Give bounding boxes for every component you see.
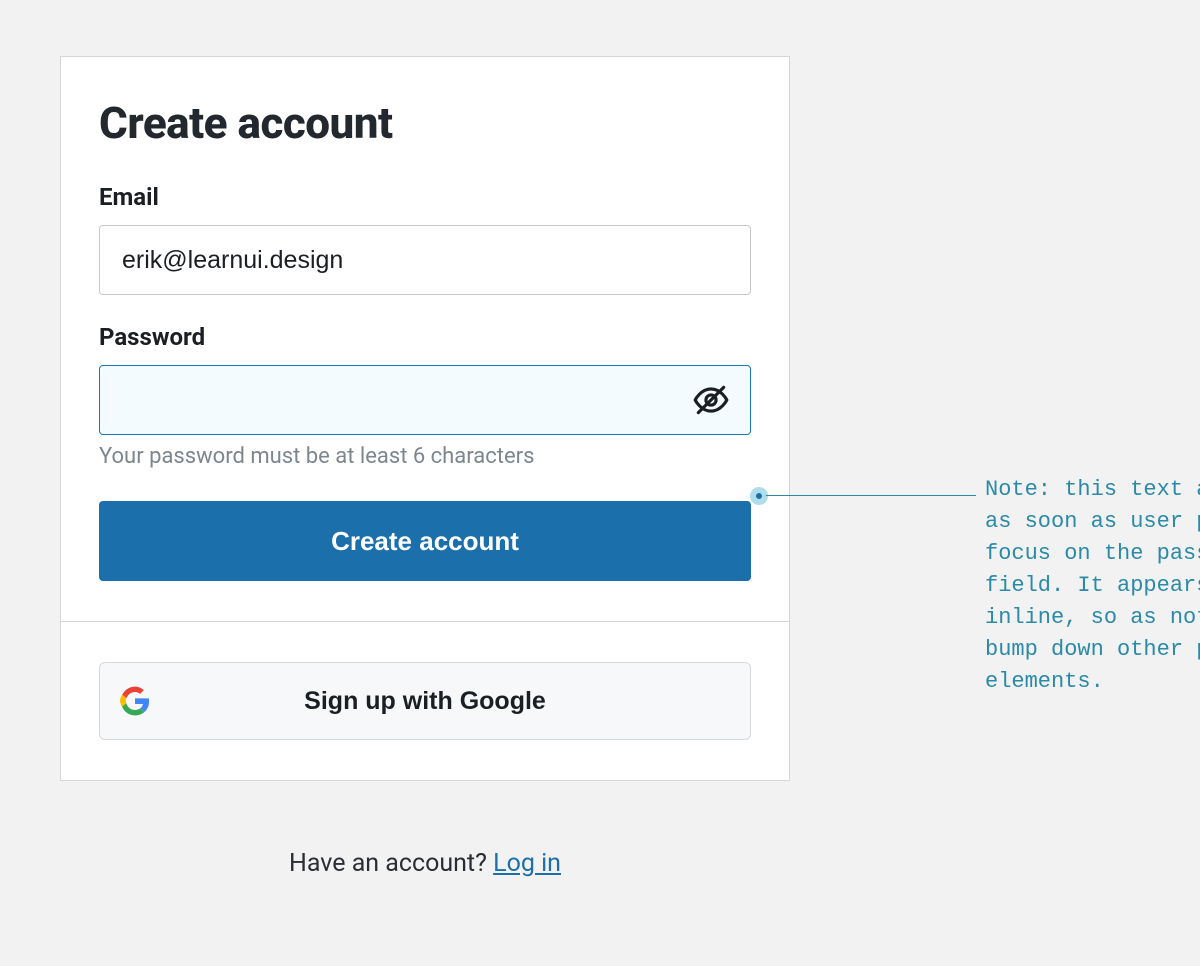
- email-field-group: Email: [99, 183, 751, 295]
- sign-up-with-google-button[interactable]: Sign up with Google: [99, 662, 751, 740]
- google-icon: [120, 686, 150, 716]
- password-input[interactable]: [99, 365, 751, 435]
- login-prompt-text: Have an account?: [289, 849, 493, 878]
- google-button-label: Sign up with Google: [304, 687, 546, 716]
- login-link[interactable]: Log in: [493, 849, 561, 878]
- password-hint: Your password must be at least 6 charact…: [99, 443, 534, 471]
- password-field-group: Password Your password must be at l: [99, 323, 751, 471]
- annotation-line-icon: [766, 495, 976, 496]
- email-input[interactable]: [99, 225, 751, 295]
- annotation-text: Note: this text appears as soon as user …: [985, 474, 1200, 698]
- oauth-section: Sign up with Google: [61, 622, 789, 780]
- toggle-password-visibility-button[interactable]: [691, 380, 731, 420]
- signup-card: Create account Email Password: [60, 56, 790, 781]
- email-label: Email: [99, 183, 751, 211]
- create-account-button[interactable]: Create account: [99, 501, 751, 581]
- page-title: Create account: [99, 97, 751, 149]
- eye-off-icon: [692, 381, 730, 419]
- signup-form-section: Create account Email Password: [61, 57, 789, 622]
- password-label: Password: [99, 323, 751, 351]
- login-prompt: Have an account? Log in: [60, 849, 790, 878]
